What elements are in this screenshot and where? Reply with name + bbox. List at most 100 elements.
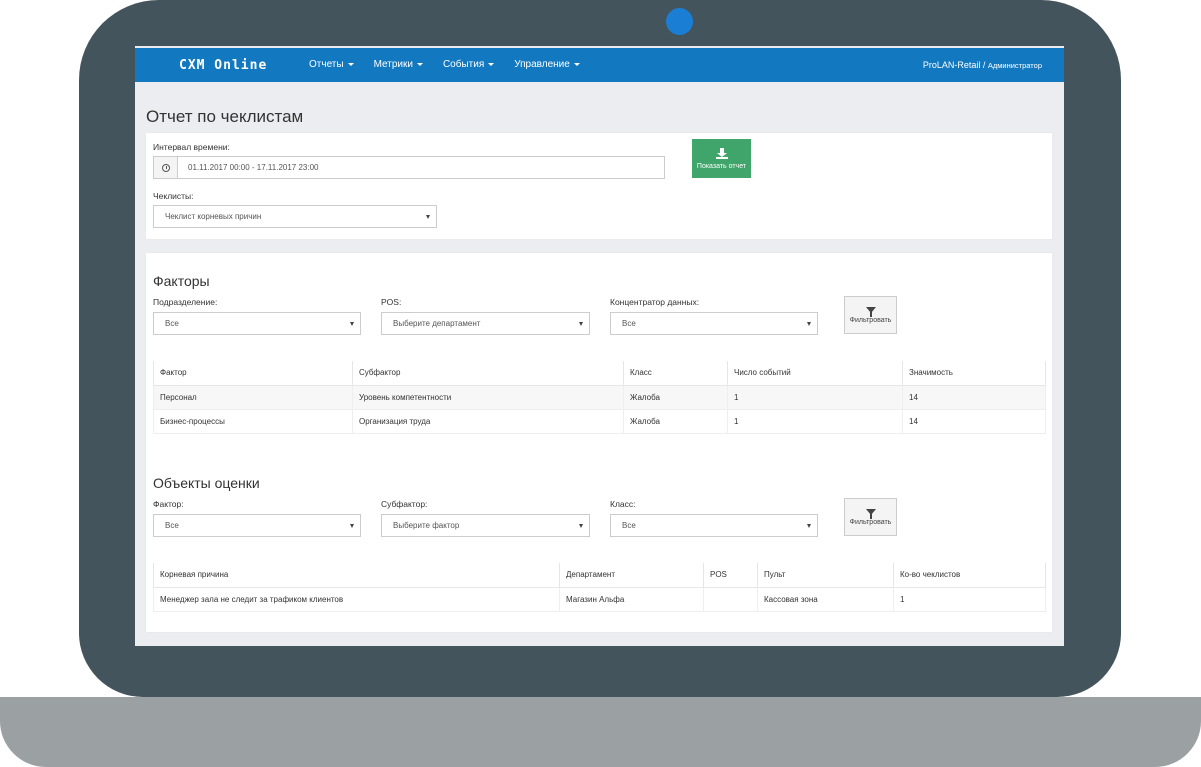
table-cell: Персонал bbox=[153, 384, 353, 410]
table-cell: 1 bbox=[893, 586, 1046, 612]
table-row[interactable]: Менеджер зала не следит за трафиком клие… bbox=[153, 586, 1046, 612]
column-header[interactable]: Значимость bbox=[902, 361, 1046, 386]
column-header[interactable]: Ко-во чеклистов bbox=[893, 563, 1046, 588]
subfactor-value: Выберите фактор bbox=[393, 521, 460, 530]
filter-button-label: Фильтровать bbox=[849, 518, 892, 526]
page-title: Отчет по чеклистам bbox=[146, 107, 304, 126]
table-cell: Организация труда bbox=[352, 408, 624, 434]
factors-filter-label: Подразделение: bbox=[153, 297, 218, 307]
objects-filter-button[interactable]: Фильтровать bbox=[844, 498, 897, 536]
factors-filter-button[interactable]: Фильтровать bbox=[844, 296, 897, 334]
clock-icon bbox=[161, 163, 170, 172]
subfactor-select[interactable]: Выберите фактор bbox=[381, 514, 590, 537]
table-cell: 14 bbox=[902, 384, 1046, 410]
table-cell: Магазин Альфа bbox=[559, 586, 704, 612]
table-cell: Бизнес-процессы bbox=[153, 408, 353, 434]
clock-icon-addon bbox=[154, 157, 178, 178]
caret-down-icon bbox=[416, 63, 423, 66]
checklists-label: Чеклисты: bbox=[153, 191, 194, 201]
table-row[interactable]: Персонал Уровень компетентности Жалоба 1… bbox=[153, 384, 1046, 410]
chevron-down-icon bbox=[350, 523, 354, 528]
table-row[interactable]: Бизнес-процессы Организация труда Жалоба… bbox=[153, 408, 1046, 434]
user-menu[interactable]: ProLAN-Retail / Администратор bbox=[923, 60, 1042, 70]
user-separator: / bbox=[980, 60, 988, 70]
factors-title: Факторы bbox=[153, 273, 210, 289]
table-cell: 1 bbox=[727, 384, 903, 410]
column-header[interactable]: Класс bbox=[623, 361, 728, 386]
nav-management[interactable]: Управление bbox=[514, 59, 580, 70]
nav-metrics-label: Метрики bbox=[373, 59, 413, 70]
download-icon bbox=[715, 147, 728, 159]
navbar: CXM Online Отчеты Метрики События Управл… bbox=[135, 48, 1064, 82]
interval-input[interactable]: 01.11.2017 00:00 - 17.11.2017 23:00 bbox=[153, 156, 665, 179]
objects-table: Корневая причина Департамент POS Пульт К… bbox=[153, 563, 1046, 612]
filter-button-label: Фильтровать bbox=[849, 316, 892, 324]
nav-events-label: События bbox=[442, 59, 485, 70]
chevron-down-icon bbox=[807, 523, 811, 528]
caret-down-icon bbox=[573, 63, 580, 66]
results-panel: Факторы Подразделение: Все POS: Выберите… bbox=[146, 253, 1052, 632]
table-cell bbox=[703, 586, 758, 612]
table-header: Корневая причина Департамент POS Пульт К… bbox=[153, 563, 1046, 588]
table-cell: Уровень компетентности bbox=[352, 384, 624, 410]
table-cell: Кассовая зона bbox=[757, 586, 894, 612]
show-report-button[interactable]: Показать отчет bbox=[692, 139, 751, 178]
table-cell: 14 bbox=[902, 408, 1046, 434]
pos-value: Выберите департамент bbox=[393, 319, 481, 328]
table-cell: Жалоба bbox=[623, 408, 728, 434]
column-header[interactable]: POS bbox=[703, 563, 758, 588]
app-screen: CXM Online Отчеты Метрики События Управл… bbox=[135, 46, 1064, 646]
table-header: Фактор Субфактор Класс Число событий Зна… bbox=[153, 361, 1046, 386]
column-header[interactable]: Фактор bbox=[153, 361, 353, 386]
chevron-down-icon bbox=[579, 321, 583, 326]
column-header[interactable]: Корневая причина bbox=[153, 563, 560, 588]
interval-label: Интервал времени: bbox=[153, 142, 230, 152]
user-role: Администратор bbox=[987, 61, 1042, 70]
pos-select[interactable]: Выберите департамент bbox=[381, 312, 590, 335]
table-cell: 1 bbox=[727, 408, 903, 434]
factors-table: Фактор Субфактор Класс Число событий Зна… bbox=[153, 361, 1046, 434]
filter-icon bbox=[865, 306, 876, 317]
chevron-down-icon bbox=[350, 321, 354, 326]
column-header[interactable]: Субфактор bbox=[352, 361, 624, 386]
factor-select[interactable]: Все bbox=[153, 514, 361, 537]
checklists-value: Чеклист корневых причин bbox=[165, 212, 262, 221]
laptop-base bbox=[0, 697, 1201, 767]
table-cell: Менеджер зала не следит за трафиком клие… bbox=[153, 586, 560, 612]
chevron-down-icon bbox=[579, 523, 583, 528]
factor-value: Все bbox=[165, 521, 179, 530]
chevron-down-icon bbox=[426, 214, 430, 219]
user-org: ProLAN-Retail bbox=[922, 60, 981, 70]
factor-label: Фактор: bbox=[153, 499, 184, 509]
caret-down-icon bbox=[347, 63, 354, 66]
hub-value: Все bbox=[622, 319, 636, 328]
hub-select[interactable]: Все bbox=[610, 312, 818, 335]
subfactor-label: Субфактор: bbox=[381, 499, 428, 509]
caret-down-icon bbox=[488, 63, 495, 66]
show-report-label: Показать отчет bbox=[696, 162, 747, 170]
class-select[interactable]: Все bbox=[610, 514, 818, 537]
nav-events[interactable]: События bbox=[442, 59, 495, 70]
brand-logo[interactable]: CXM Online bbox=[179, 58, 267, 73]
camera-icon bbox=[666, 8, 693, 35]
filter-icon bbox=[865, 508, 876, 519]
chevron-down-icon bbox=[807, 321, 811, 326]
report-params-panel: Интервал времени: 01.11.2017 00:00 - 17.… bbox=[146, 133, 1052, 239]
department-value: Все bbox=[165, 319, 179, 328]
nav-metrics[interactable]: Метрики bbox=[374, 59, 423, 70]
table-cell: Жалоба bbox=[623, 384, 728, 410]
interval-value: 01.11.2017 00:00 - 17.11.2017 23:00 bbox=[188, 163, 319, 172]
column-header[interactable]: Пульт bbox=[757, 563, 894, 588]
nav-reports-label: Отчеты bbox=[309, 59, 344, 70]
column-header[interactable]: Департамент bbox=[559, 563, 704, 588]
pos-label: POS: bbox=[381, 297, 402, 307]
hub-label: Концентратор данных: bbox=[610, 297, 700, 307]
column-header[interactable]: Число событий bbox=[727, 361, 903, 386]
nav-reports[interactable]: Отчеты bbox=[309, 59, 354, 70]
checklists-select[interactable]: Чеклист корневых причин bbox=[153, 205, 437, 228]
nav-menu: Отчеты Метрики События Управление bbox=[309, 59, 580, 70]
department-select[interactable]: Все bbox=[153, 312, 361, 335]
class-label: Класс: bbox=[610, 499, 636, 509]
objects-title: Объекты оценки bbox=[153, 475, 260, 491]
class-value: Все bbox=[622, 521, 636, 530]
